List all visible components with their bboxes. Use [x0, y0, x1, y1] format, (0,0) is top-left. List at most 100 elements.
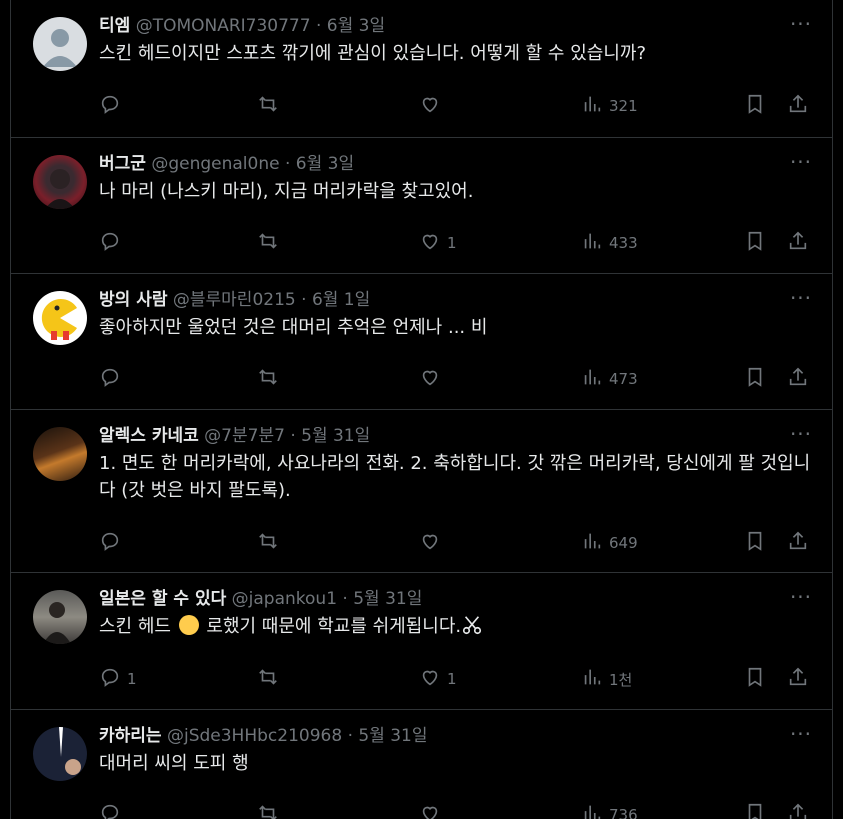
more-icon[interactable]: ··· [786, 724, 816, 748]
views-button[interactable]: 321 [581, 93, 638, 119]
author-name[interactable]: 버그군 [99, 154, 146, 174]
retweet-button[interactable] [257, 230, 279, 256]
author-name[interactable]: 카하리는 [99, 726, 162, 746]
tweet-text: 나 마리 (나스키 마리), 지금 머리카락을 찾고있어. [99, 181, 474, 202]
views-button[interactable]: 649 [581, 530, 638, 556]
tweet[interactable]: 티엠 @TOMONARI730777 · 6월 3일 ··· 스킨 헤드이지만 … [11, 0, 832, 138]
tweet[interactable]: 방의 사람 @블루마린0215 · 6월 1일 ··· 좋아하지만 울었던 것은… [11, 274, 832, 410]
separator-dot: · [284, 154, 291, 174]
views-button[interactable]: 1천 [581, 666, 632, 692]
bookmark-button[interactable] [744, 93, 766, 119]
more-icon[interactable]: ··· [786, 424, 816, 448]
views-count: 321 [609, 97, 638, 115]
tweet-date[interactable]: 6월 1일 [312, 290, 370, 310]
author-handle[interactable]: @gengenal0ne [151, 154, 279, 174]
author-handle[interactable]: @jSde3HHbc210968 [167, 726, 342, 746]
author-handle[interactable]: @TOMONARI730777 [136, 16, 311, 36]
reply-button[interactable] [99, 366, 127, 392]
share-button[interactable] [787, 530, 809, 556]
views-button[interactable]: 433 [581, 230, 638, 256]
views-button[interactable]: 473 [581, 366, 638, 392]
reply-button[interactable] [99, 93, 127, 119]
like-button[interactable] [419, 802, 447, 819]
author-handle[interactable]: @japankou1 [232, 589, 337, 609]
more-icon[interactable]: ··· [786, 288, 816, 312]
like-button[interactable]: 1 [419, 666, 457, 692]
author-name[interactable]: 알렉스 카네코 [99, 426, 199, 446]
author-handle[interactable]: @7분7분7 [204, 426, 285, 446]
tweet-date[interactable]: 6월 3일 [327, 16, 385, 36]
more-icon[interactable]: ··· [786, 14, 816, 38]
tweet[interactable]: 버그군 @gengenal0ne · 6월 3일 ··· 나 마리 (나스키 마… [11, 138, 832, 274]
tweet-text: 스킨 헤드 로했기 때문에 학교를 쉬게됩니다. [99, 613, 812, 640]
avatar[interactable] [33, 590, 87, 644]
avatar[interactable] [33, 17, 87, 71]
retweet-icon [257, 366, 279, 392]
share-button[interactable] [787, 666, 809, 692]
tweet-text-part: 로했기 때문에 학교를 쉬게됩니다. [200, 616, 462, 637]
like-button[interactable] [419, 93, 447, 119]
views-icon [581, 666, 603, 692]
bookmark-icon [744, 530, 766, 556]
avatar[interactable] [33, 291, 87, 345]
like-button[interactable]: 1 [419, 230, 457, 256]
retweet-button[interactable] [257, 802, 279, 819]
views-button[interactable]: 736 [581, 802, 638, 819]
views-count: 433 [609, 234, 638, 252]
tweet[interactable]: 카하리는 @jSde3HHbc210968 · 5월 31일 ··· 대머리 씨… [11, 710, 832, 819]
tweet-date[interactable]: 5월 31일 [353, 589, 422, 609]
views-icon [581, 230, 603, 256]
more-icon[interactable]: ··· [786, 587, 816, 611]
retweet-icon [257, 802, 279, 819]
reply-icon [99, 802, 121, 819]
tweet-text: 대머리 씨의 도피 행 [99, 753, 249, 774]
views-count: 1천 [609, 670, 633, 689]
retweet-button[interactable] [257, 366, 279, 392]
retweet-button[interactable] [257, 93, 279, 119]
baby-face-emoji [178, 615, 199, 635]
avatar[interactable] [33, 155, 87, 209]
bookmark-button[interactable] [744, 802, 766, 819]
views-icon [581, 366, 603, 392]
share-button[interactable] [787, 802, 809, 819]
tweet-text: 좋아하지만 울었던 것은 대머리 추억은 언제나 ... 비 [99, 317, 488, 338]
share-icon [787, 802, 809, 819]
more-icon[interactable]: ··· [786, 152, 816, 176]
author-handle[interactable]: @블루마린0215 [173, 290, 296, 310]
reply-button[interactable] [99, 230, 127, 256]
author-name[interactable]: 티엠 [99, 16, 130, 36]
tweet-text-part: 스킨 헤드 [99, 616, 177, 637]
like-icon [419, 366, 441, 392]
like-button[interactable] [419, 530, 447, 556]
reply-button[interactable]: 1 [99, 666, 137, 692]
scissors-emoji [461, 616, 483, 637]
author-name[interactable]: 일본은 할 수 있다 [99, 589, 226, 609]
retweet-button[interactable] [257, 530, 279, 556]
reply-button[interactable] [99, 802, 127, 819]
retweet-icon [257, 93, 279, 119]
bookmark-button[interactable] [744, 366, 766, 392]
reply-button[interactable] [99, 530, 127, 556]
share-icon [787, 666, 809, 692]
avatar[interactable] [33, 427, 87, 481]
share-button[interactable] [787, 230, 809, 256]
tweet[interactable]: 일본은 할 수 있다 @japankou1 · 5월 31일 ··· 스킨 헤드… [11, 573, 832, 710]
reply-icon [99, 230, 121, 256]
tweet-date[interactable]: 6월 3일 [296, 154, 354, 174]
reply-feed: 티엠 @TOMONARI730777 · 6월 3일 ··· 스킨 헤드이지만 … [10, 0, 833, 819]
bookmark-button[interactable] [744, 230, 766, 256]
tweet-date[interactable]: 5월 31일 [301, 426, 370, 446]
share-button[interactable] [787, 93, 809, 119]
like-button[interactable] [419, 366, 447, 392]
tweet[interactable]: 알렉스 카네코 @7분7분7 · 5월 31일 ··· 1. 면도 한 머리카락… [11, 410, 832, 573]
retweet-button[interactable] [257, 666, 279, 692]
bookmark-button[interactable] [744, 666, 766, 692]
avatar[interactable] [33, 727, 87, 781]
bookmark-button[interactable] [744, 530, 766, 556]
author-name[interactable]: 방의 사람 [99, 290, 167, 310]
bookmark-icon [744, 666, 766, 692]
tweet-date[interactable]: 5월 31일 [358, 726, 427, 746]
share-icon [787, 230, 809, 256]
share-button[interactable] [787, 366, 809, 392]
bookmark-icon [744, 93, 766, 119]
